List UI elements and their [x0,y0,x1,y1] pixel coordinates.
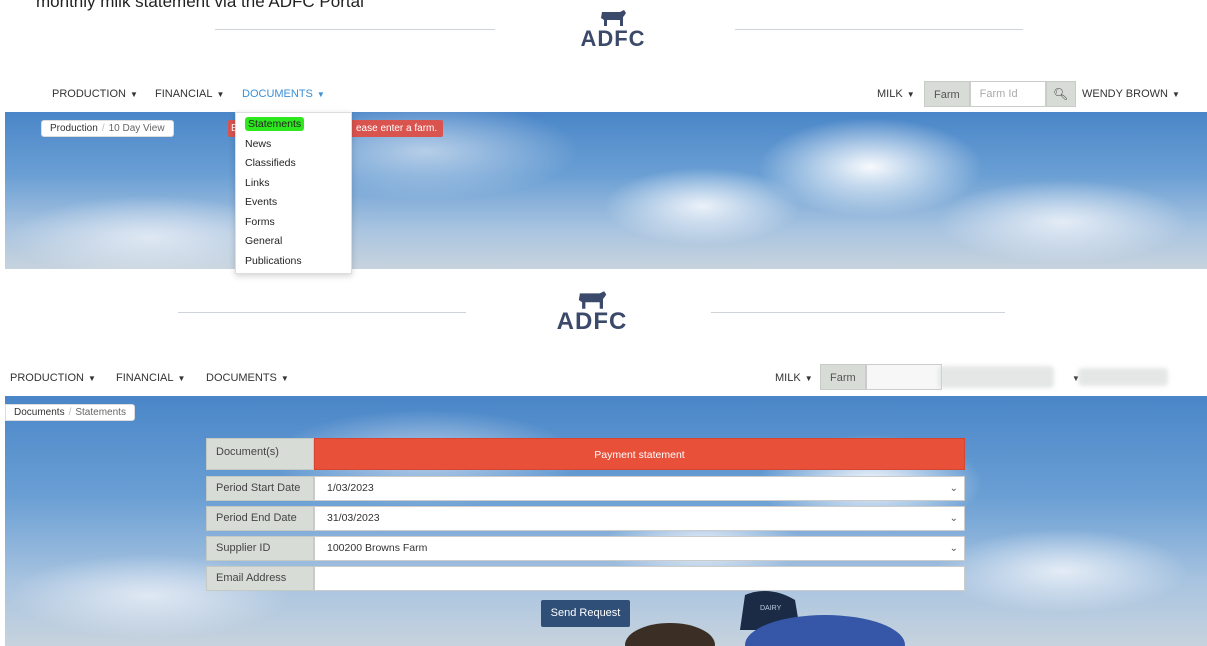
nav-milk[interactable]: MILK ▼ [877,88,915,100]
cap-logo: DAIRY [760,605,782,612]
nav-user[interactable]: WENDY BROWN ▼ [1082,88,1180,100]
brand-name: ADFC [556,308,628,335]
nav-production[interactable]: PRODUCTION ▼ [10,372,96,384]
breadcrumb: Production/10 Day View [41,120,174,137]
search-button[interactable]: 🔍︎ [1045,81,1076,107]
brand-logo[interactable]: ADFC [563,8,663,52]
farm-id-input[interactable] [865,364,942,390]
nav-financial[interactable]: FINANCIAL ▼ [116,372,185,384]
menu-item-forms[interactable]: Forms [236,213,351,233]
nav-milk-label: MILK [877,88,903,100]
redacted-user-name [1078,368,1168,386]
brand-logo[interactable]: ADFC [532,289,652,336]
breadcrumb: Documents / Statements [5,404,135,421]
end-date-select[interactable]: 31/03/2023 ⌄ [314,506,965,531]
nav-user-label: WENDY BROWN [1082,88,1168,100]
nav-financial-label: FINANCIAL [116,372,174,384]
nav-production[interactable]: PRODUCTION ▼ [52,88,138,100]
chevron-down-icon: ⌄ [949,483,958,494]
start-date-row: Period Start Date 1/03/2023 ⌄ [206,476,965,501]
search-icon: 🔍︎ [1053,87,1069,101]
email-label: Email Address [206,566,314,591]
documents-label: Document(s) [206,438,314,470]
chevron-down-icon: ⌄ [949,513,958,524]
menu-item-links[interactable]: Links [236,174,351,194]
menu-item-events[interactable]: Events [236,193,351,213]
supplier-value: 100200 Browns Farm [327,542,428,554]
nav-documents[interactable]: DOCUMENTS ▼ [206,372,289,384]
start-date-label: Period Start Date [206,476,314,501]
caret-down-icon: ▼ [216,90,225,99]
nav-milk-label: MILK [775,372,801,384]
email-input[interactable] [314,566,965,591]
top-hero-sky [5,112,1207,269]
farm-warning-alert: ease enter a farm. [350,120,444,137]
menu-item-publications[interactable]: Publications [236,252,351,272]
supplier-select[interactable]: 100200 Browns Farm ⌄ [314,536,965,561]
end-date-label: Period End Date [206,506,314,531]
nav-financial[interactable]: FINANCIAL ▼ [155,88,224,100]
send-request-button[interactable]: Send Request [541,600,630,627]
menu-item-statements-label: Statements [245,117,305,131]
end-date-row: Period End Date 31/03/2023 ⌄ [206,506,965,531]
nav-production-label: PRODUCTION [52,88,126,100]
caret-down-icon: ▼ [316,90,325,99]
supplier-row: Supplier ID 100200 Browns Farm ⌄ [206,536,965,561]
nav-milk[interactable]: MILK ▼ [775,372,813,384]
farm-search-group: Farm [820,364,942,390]
breadcrumb-separator: / [68,407,72,418]
email-row: Email Address [206,566,965,591]
supplier-label: Supplier ID [206,536,314,561]
caret-down-icon: ▼ [177,374,186,383]
brand-name: ADFC [580,26,646,51]
menu-item-statements[interactable]: Statements [236,115,351,135]
breadcrumb-separator: / [101,123,105,134]
farmer-photo: DAIRY [625,591,905,646]
menu-item-general[interactable]: General [236,232,351,252]
documents-select[interactable]: Payment statement [314,438,965,470]
breadcrumb-section[interactable]: Documents [14,407,65,418]
caret-down-icon: ▼ [1171,90,1180,99]
caret-down-icon: ▼ [129,90,138,99]
end-date-value: 31/03/2023 [327,512,380,524]
chevron-down-icon: ⌄ [949,543,958,554]
logo-rule-left [215,29,495,30]
farm-label: Farm [924,81,970,107]
redacted-farm-name [939,366,1054,388]
documents-dropdown-menu: Statements News Classifieds Links Events… [235,112,352,274]
caret-down-icon: ▼ [906,90,915,99]
documents-row: Document(s) Payment statement [206,438,965,470]
nav-documents-label: DOCUMENTS [206,372,277,384]
nav-documents-label: DOCUMENTS [242,88,313,100]
logo-rule-right [735,29,1023,30]
logo-rule-left [178,312,466,313]
farm-id-input[interactable]: Farm Id [969,81,1046,107]
farm-search-group: Farm Farm Id 🔍︎ [924,81,1076,107]
breadcrumb-page: 10 Day View [108,123,165,134]
nav-documents[interactable]: DOCUMENTS ▼ [242,88,325,100]
caret-down-icon: ▼ [87,374,96,383]
breadcrumb-section[interactable]: Production [50,123,98,134]
menu-item-classifieds[interactable]: Classifieds [236,154,351,174]
nav-financial-label: FINANCIAL [155,88,213,100]
cow-icon [601,10,626,26]
caption-text: monthly milk statement via the ADFC Port… [36,0,364,11]
farm-label: Farm [820,364,866,390]
menu-item-news[interactable]: News [236,135,351,155]
logo-rule-right [711,312,1005,313]
caret-down-icon: ▼ [804,374,813,383]
nav-production-label: PRODUCTION [10,372,84,384]
start-date-select[interactable]: 1/03/2023 ⌄ [314,476,965,501]
breadcrumb-page: Statements [75,407,126,418]
caret-down-icon: ▼ [280,374,289,383]
start-date-value: 1/03/2023 [327,482,374,494]
